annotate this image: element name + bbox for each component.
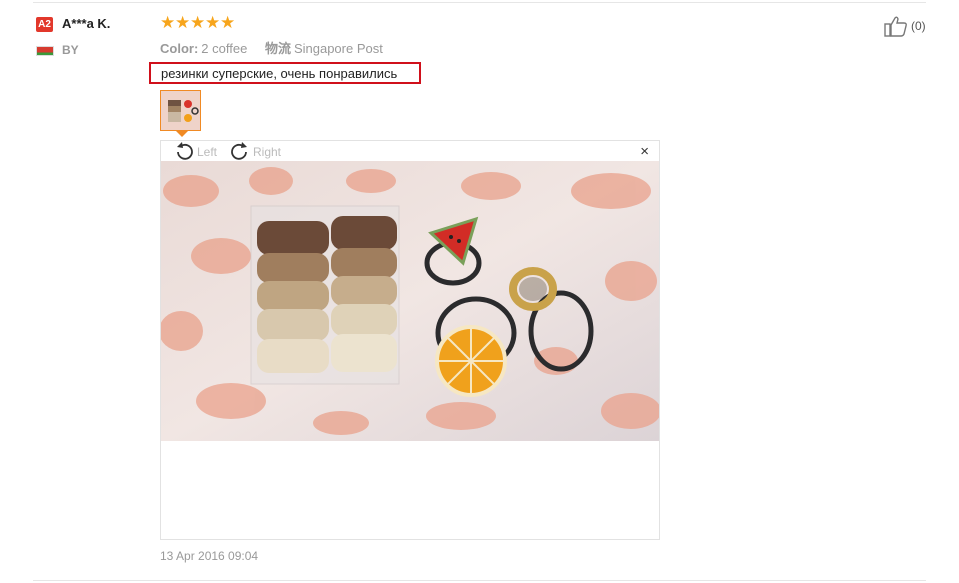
color-label: Color: <box>160 41 199 56</box>
review-date: 13 Apr 2016 09:04 <box>160 549 259 563</box>
bottom-divider <box>33 580 926 581</box>
star-icon: ★ <box>220 13 236 32</box>
helpful-button[interactable]: (0) <box>884 15 926 37</box>
photo-thumbnail[interactable] <box>160 90 201 131</box>
top-divider <box>33 2 926 3</box>
star-icon: ★ <box>190 13 206 32</box>
rotate-right-icon <box>231 142 247 160</box>
order-attributes: Color: 2 coffee 物流 Singapore Post <box>160 38 383 57</box>
rotate-left-button[interactable]: Left <box>173 142 217 162</box>
rotate-left-label: Left <box>197 145 218 159</box>
feedback-highlight-box: резинки суперские, очень понравились <box>149 62 421 84</box>
reviewer-country: BY <box>62 43 79 57</box>
star-icon: ★ <box>160 13 176 32</box>
rotate-right-label: Right <box>253 145 282 159</box>
feedback-text: резинки суперские, очень понравились <box>161 66 398 81</box>
color-value: 2 coffee <box>201 41 248 56</box>
level-badge: A2 <box>36 17 53 32</box>
rotate-left-icon <box>177 142 193 160</box>
country-flag-icon <box>36 46 54 56</box>
thumbnail-pointer <box>176 131 188 137</box>
shipping-label: 物流 <box>264 41 291 56</box>
star-icon: ★ <box>205 13 221 32</box>
image-viewer: Left Right × <box>160 140 660 540</box>
close-viewer-icon[interactable]: × <box>640 143 649 161</box>
reviewer-name: A***a K. <box>62 16 111 31</box>
star-rating: ★ ★ ★ ★ ★ <box>160 14 235 31</box>
thumbs-up-icon <box>884 16 907 37</box>
rotate-right-button[interactable]: Right <box>229 142 281 162</box>
helpful-count: (0) <box>911 19 926 33</box>
star-icon: ★ <box>175 13 191 32</box>
thumbnail-image <box>161 91 200 130</box>
review-photo <box>161 161 659 441</box>
shipping-value: Singapore Post <box>293 41 383 56</box>
